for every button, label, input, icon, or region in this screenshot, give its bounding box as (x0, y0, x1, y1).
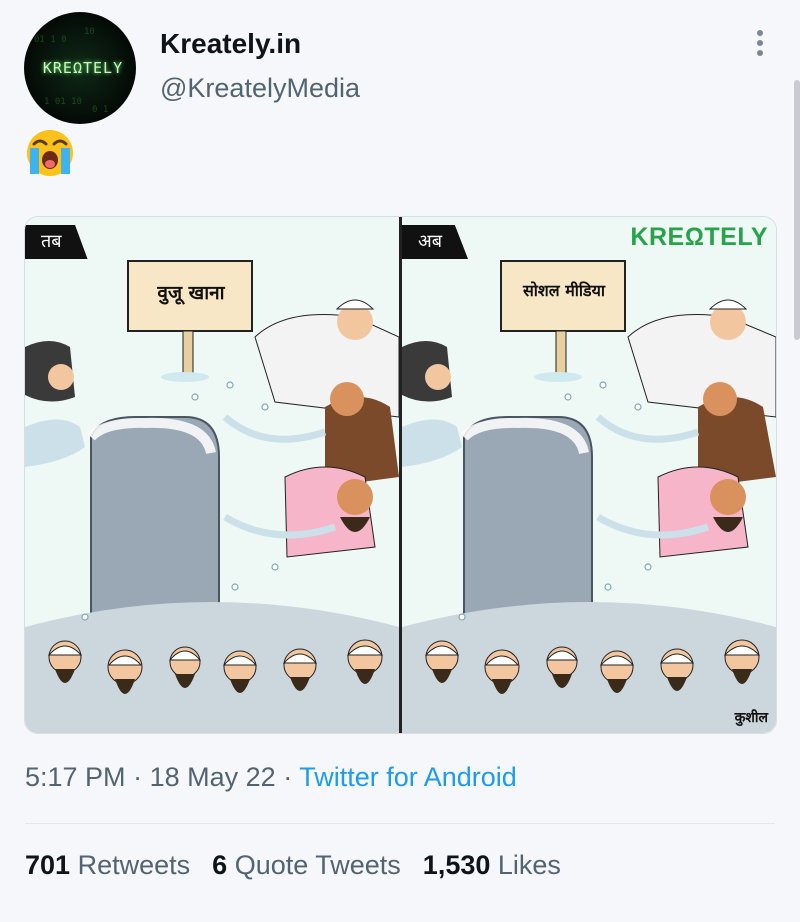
avatar-background: 01 1 0 1 01 10 10 0 1 (34, 27, 108, 115)
scrollbar[interactable] (794, 80, 800, 340)
now-sign-label: सोशल मीडिया (522, 281, 606, 300)
quote-tweets-count: 6 (212, 850, 228, 880)
likes-label: Likes (497, 850, 561, 880)
tweet-media-image[interactable]: तब वुजू खाना अब सोशल मीडिया KREΩTELY कुश… (24, 216, 777, 734)
tweet-time[interactable]: 5:17 PM (25, 762, 126, 792)
loudly-crying-face-icon (27, 130, 73, 176)
user-handle[interactable]: @KreatelyMedia (160, 73, 360, 104)
engagement-stats: 701 Retweets 6 Quote Tweets 1,530 Likes (25, 850, 561, 881)
artist-signature: कुशील (734, 710, 768, 726)
divider (25, 823, 775, 824)
meta-separator: · (283, 762, 293, 792)
likes-count: 1,530 (422, 850, 491, 880)
likes-stat[interactable]: 1,530 Likes (423, 850, 561, 880)
retweets-count: 701 (25, 850, 71, 880)
more-options-icon[interactable] (750, 30, 770, 62)
avatar[interactable]: 01 1 01 01 10 10 0 1 KREΩTELY (24, 12, 136, 124)
then-sign-label: वुजू खाना (157, 282, 225, 304)
svg-text:0 1: 0 1 (92, 105, 108, 115)
display-name[interactable]: Kreately.in (160, 28, 301, 60)
tweet-source-link[interactable]: Twitter for Android (299, 762, 517, 792)
svg-text:01 1 0: 01 1 0 (34, 35, 67, 45)
meta-separator: · (133, 762, 143, 792)
retweets-stat[interactable]: 701 Retweets (25, 850, 190, 880)
svg-text:1 01 10: 1 01 10 (44, 97, 82, 107)
cartoon-panel-now: अब सोशल मीडिया KREΩTELY कुशील (402, 217, 776, 733)
quote-tweets-label: Quote Tweets (234, 850, 401, 880)
quote-tweets-stat[interactable]: 6 Quote Tweets (212, 850, 401, 880)
svg-text:10: 10 (84, 27, 95, 37)
tweet-date[interactable]: 18 May 22 (150, 762, 276, 792)
kreately-watermark-logo: KREΩTELY (630, 223, 768, 251)
cartoon-panel-then: तब वुजू खाना (25, 217, 399, 733)
retweets-label: Retweets (77, 850, 191, 880)
tweet-timestamp: 5:17 PM · 18 May 22 · Twitter for Androi… (25, 762, 517, 793)
